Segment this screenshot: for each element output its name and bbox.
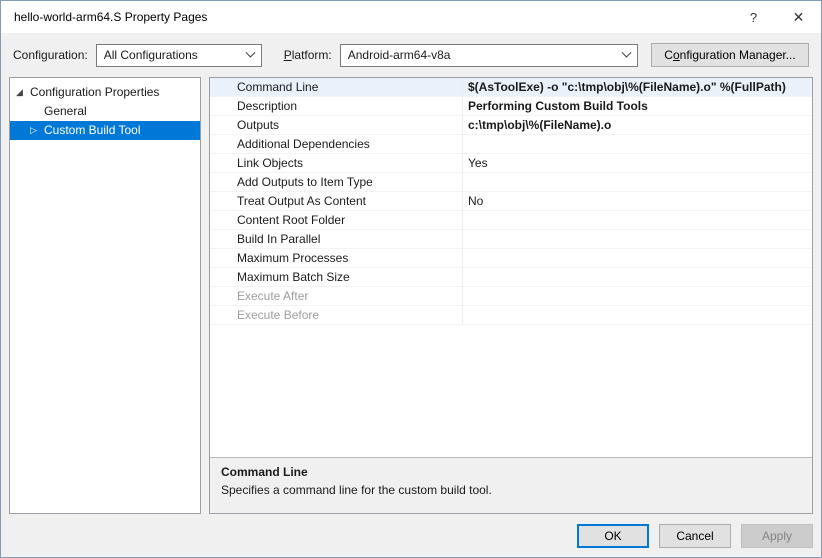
property-row[interactable]: Build In Parallel bbox=[210, 230, 812, 249]
window-title: hello-world-arm64.S Property Pages bbox=[1, 10, 731, 24]
help-icon: ? bbox=[750, 10, 757, 25]
property-name[interactable]: Maximum Batch Size bbox=[210, 268, 463, 287]
tree-collapsed-icon[interactable]: ▷ bbox=[30, 121, 44, 140]
property-value[interactable]: c:\tmp\obj\%(FileName).o bbox=[463, 116, 812, 135]
property-row[interactable]: Maximum Batch Size bbox=[210, 268, 812, 287]
property-value[interactable]: Yes bbox=[463, 154, 812, 173]
property-name[interactable]: Treat Output As Content bbox=[210, 192, 463, 211]
platform-dropdown[interactable]: Android-arm64-v8a bbox=[340, 44, 638, 67]
property-name[interactable]: Build In Parallel bbox=[210, 230, 463, 249]
property-value[interactable] bbox=[463, 135, 812, 154]
tree-item-label: General bbox=[44, 102, 87, 121]
platform-label: Platform: bbox=[284, 48, 332, 62]
apply-button[interactable]: Apply bbox=[741, 524, 813, 548]
property-row[interactable]: DescriptionPerforming Custom Build Tools bbox=[210, 97, 812, 116]
property-value[interactable] bbox=[463, 230, 812, 249]
property-name[interactable]: Additional Dependencies bbox=[210, 135, 463, 154]
description-pane: Command Line Specifies a command line fo… bbox=[210, 457, 812, 513]
property-value[interactable] bbox=[463, 268, 812, 287]
property-pages-dialog: hello-world-arm64.S Property Pages ? ✕ C… bbox=[0, 0, 822, 558]
property-row[interactable]: Link ObjectsYes bbox=[210, 154, 812, 173]
configuration-dropdown-value: All Configurations bbox=[104, 48, 198, 62]
configuration-tree: ◢Configuration PropertiesGeneral▷Custom … bbox=[9, 77, 201, 514]
property-grid: Command Line$(AsToolExe) -o "c:\tmp\obj\… bbox=[210, 78, 812, 457]
tree-item-configuration-properties[interactable]: ◢Configuration Properties bbox=[10, 83, 200, 102]
property-name[interactable]: Link Objects bbox=[210, 154, 463, 173]
property-name[interactable]: Add Outputs to Item Type bbox=[210, 173, 463, 192]
dialog-body: ◢Configuration PropertiesGeneral▷Custom … bbox=[1, 77, 821, 514]
property-value[interactable]: Performing Custom Build Tools bbox=[463, 97, 812, 116]
property-name[interactable]: Outputs bbox=[210, 116, 463, 135]
property-row[interactable]: Treat Output As ContentNo bbox=[210, 192, 812, 211]
property-name[interactable]: Content Root Folder bbox=[210, 211, 463, 230]
config-manager-label-pre: C bbox=[664, 48, 673, 62]
configuration-bar: Configuration: All Configurations Platfo… bbox=[1, 33, 821, 77]
property-panel: Command Line$(AsToolExe) -o "c:\tmp\obj\… bbox=[209, 77, 813, 514]
property-value[interactable] bbox=[463, 173, 812, 192]
footer-buttons: OK Cancel Apply bbox=[1, 514, 821, 557]
property-name[interactable]: Execute Before bbox=[210, 306, 463, 325]
property-value[interactable] bbox=[463, 211, 812, 230]
tree-item-general[interactable]: General bbox=[10, 102, 200, 121]
property-row[interactable]: Add Outputs to Item Type bbox=[210, 173, 812, 192]
property-name[interactable]: Command Line bbox=[210, 78, 463, 97]
cancel-button[interactable]: Cancel bbox=[659, 524, 731, 548]
help-button[interactable]: ? bbox=[731, 1, 776, 33]
platform-label-text: latform: bbox=[292, 48, 332, 62]
property-row[interactable]: Maximum Processes bbox=[210, 249, 812, 268]
property-row[interactable]: Command Line$(AsToolExe) -o "c:\tmp\obj\… bbox=[210, 78, 812, 97]
config-manager-label-mnemonic: o bbox=[673, 48, 680, 62]
chevron-down-icon bbox=[621, 47, 631, 57]
configuration-manager-button[interactable]: Configuration Manager... bbox=[651, 43, 809, 67]
tree-item-label: Configuration Properties bbox=[30, 83, 159, 102]
property-row[interactable]: Outputsc:\tmp\obj\%(FileName).o bbox=[210, 116, 812, 135]
property-value[interactable]: $(AsToolExe) -o "c:\tmp\obj\%(FileName).… bbox=[463, 78, 812, 97]
configuration-label: Configuration: bbox=[13, 48, 88, 62]
description-title: Command Line bbox=[221, 465, 801, 479]
configuration-dropdown[interactable]: All Configurations bbox=[96, 44, 262, 67]
chevron-down-icon bbox=[245, 47, 255, 57]
tree-item-label: Custom Build Tool bbox=[44, 121, 141, 140]
property-name[interactable]: Execute After bbox=[210, 287, 463, 306]
property-row[interactable]: Execute Before bbox=[210, 306, 812, 325]
description-text: Specifies a command line for the custom … bbox=[221, 483, 801, 497]
config-manager-label-text: nfiguration Manager... bbox=[680, 48, 796, 62]
property-row[interactable]: Additional Dependencies bbox=[210, 135, 812, 154]
property-value[interactable] bbox=[463, 306, 812, 325]
close-icon: ✕ bbox=[793, 9, 805, 26]
close-button[interactable]: ✕ bbox=[776, 1, 821, 33]
tree-item-custom-build-tool[interactable]: ▷Custom Build Tool bbox=[10, 121, 200, 140]
platform-label-mnemonic: P bbox=[284, 48, 292, 62]
tree-expanded-icon[interactable]: ◢ bbox=[16, 83, 30, 102]
titlebar: hello-world-arm64.S Property Pages ? ✕ bbox=[1, 1, 821, 33]
property-value[interactable] bbox=[463, 287, 812, 306]
property-row[interactable]: Content Root Folder bbox=[210, 211, 812, 230]
property-value[interactable] bbox=[463, 249, 812, 268]
platform-dropdown-value: Android-arm64-v8a bbox=[348, 48, 451, 62]
property-row[interactable]: Execute After bbox=[210, 287, 812, 306]
ok-button[interactable]: OK bbox=[577, 524, 649, 548]
property-value[interactable]: No bbox=[463, 192, 812, 211]
property-name[interactable]: Maximum Processes bbox=[210, 249, 463, 268]
property-name[interactable]: Description bbox=[210, 97, 463, 116]
